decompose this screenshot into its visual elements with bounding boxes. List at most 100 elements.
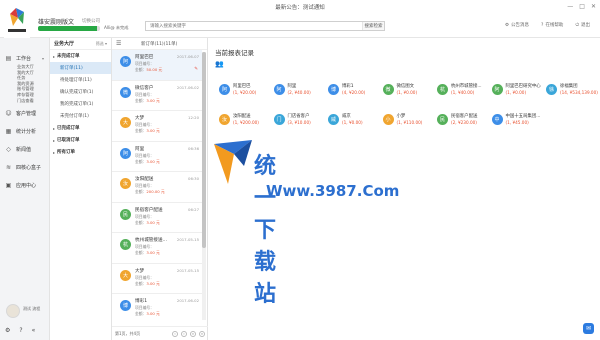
avatar: 博 <box>120 300 131 311</box>
chat-button[interactable]: ✉ <box>583 323 594 334</box>
avatar: 微 <box>120 86 131 98</box>
nav-item-stats[interactable]: ▦ 统计分析 <box>0 125 49 137</box>
report-tile[interactable]: 阿阿里 (2, ¥40.00) <box>273 82 328 104</box>
page-title: 当前报表记录 <box>215 49 254 57</box>
pin-icon[interactable]: ✎ <box>194 67 198 72</box>
logout-button[interactable]: ⏻ 退出 <box>575 22 590 28</box>
customer-total: (1, ¥40.00) <box>451 90 475 95</box>
list-item[interactable]: 大大梦 12:20 项目编号： 金额：3.00 元 <box>112 111 202 142</box>
list-item[interactable]: 博博彩1 2017-06-02 项目编号： 金额：3.00 元 <box>112 294 202 324</box>
minimize-icon[interactable]: — <box>567 3 573 10</box>
order-date: 06:36 <box>188 145 199 151</box>
category-group[interactable]: ▸ 未完成订单 <box>50 50 111 62</box>
avatar: 阿 <box>120 147 131 159</box>
order-amount: 3.00 元 <box>146 280 160 286</box>
category-label: 已完成订单 <box>57 126 80 131</box>
watermark-logo <box>214 140 252 184</box>
customer-name: 微信图文 <box>396 84 415 89</box>
search-button[interactable]: 搜索检索 <box>362 22 384 30</box>
collapse-icon[interactable]: « <box>32 327 36 334</box>
nav-item-workbench[interactable]: ▤ 工作台 ▾ <box>0 52 49 64</box>
category-item[interactable]: 确认完成订单(1) <box>50 86 111 98</box>
order-date: 2017-06-02 <box>176 84 199 90</box>
order-amount-row: 金额：3.00 元 <box>135 128 160 133</box>
list-item[interactable]: 杭杭州城管接送... 2017-05-15 项目编号： 金额：3.00 元 <box>112 233 202 264</box>
order-date: 2017-06-02 <box>176 298 199 303</box>
report-tile[interactable]: 微微信图文 (1, ¥0.00) <box>382 82 437 104</box>
prev-page-button[interactable]: ‹ <box>172 331 178 337</box>
help-icon[interactable]: ? <box>19 327 22 334</box>
category-group[interactable]: ▸ 已完成订单 <box>50 122 111 134</box>
category-item[interactable]: 我的完成订单(1) <box>50 98 111 110</box>
avatar[interactable] <box>6 304 20 318</box>
bottom-toolbar: ⚙ ? « <box>5 327 35 334</box>
customer-total: (1, ¥0.00) <box>396 90 418 95</box>
scroll-thumb[interactable] <box>202 52 206 248</box>
customer-icon: 阿 <box>491 84 503 95</box>
report-tile[interactable]: 小小梦 (1, ¥110.00) <box>382 112 437 134</box>
customer-total: (1, ¥45.00) <box>505 120 529 125</box>
report-tile[interactable]: 威威京 (1, ¥0.00) <box>328 112 382 134</box>
announcement-button[interactable]: ⚙ 公告消息 <box>505 22 529 29</box>
report-tile[interactable]: 中中国十五局集团... (1, ¥45.00) <box>491 112 546 134</box>
category-item[interactable]: 待处理订单(11) <box>50 74 111 86</box>
pagination: 第1页，共4页 ‹ › « » <box>112 326 208 340</box>
list-item[interactable]: 民民宿客户配送 06:27 项目编号： 金额：3.00 元 <box>112 203 202 233</box>
report-tile[interactable]: 杭杭州市城管接... (1, ¥40.00) <box>437 82 491 104</box>
settings-icon[interactable]: ⚙ <box>5 327 10 334</box>
customer-icon: 杭 <box>437 84 448 95</box>
list-item[interactable]: 汝汝阳配送 06:30 项目编号： 金额：200.00 元 <box>112 172 202 203</box>
customer-total: (14, ¥534,139.00) <box>560 90 598 95</box>
customer-total: (1, ¥0.00) <box>342 120 363 125</box>
order-amount: 50.00 元 <box>146 67 163 72</box>
report-tile[interactable]: 博博彩1 (4, ¥20.00) <box>328 82 382 104</box>
report-tile[interactable]: 徐徐福集团 (14, ¥534,139.00) <box>546 82 600 104</box>
first-page-button[interactable]: « <box>190 331 196 337</box>
list-item[interactable]: 大大梦 2017-05-15 项目编号： 金额：3.00 元 <box>112 264 202 294</box>
list-item[interactable]: 阿阿里 06:36 项目编号： 金额：3.00 元 <box>112 142 202 172</box>
customer-name: 中国十五局集团... <box>505 114 541 119</box>
avatar: 大 <box>120 269 131 281</box>
pager-buttons: ‹ › « » <box>172 331 205 337</box>
order-list-header: ☰ 新订单(11)(11单) <box>112 38 207 50</box>
scrollbar[interactable] <box>202 52 206 320</box>
order-amount-row: 金额：3.00 元 <box>135 97 160 103</box>
help-button[interactable]: ? 在线帮助 <box>541 22 563 29</box>
category-group[interactable]: ▸ 已取消订单 <box>50 134 111 146</box>
nav-item-customers[interactable]: ☺ 客户管理 <box>0 107 49 119</box>
next-page-button[interactable]: › <box>181 331 187 337</box>
order-amount: 3.00 元 <box>146 128 160 133</box>
category-label: 确认完成订单(1) <box>60 90 94 95</box>
report-tile[interactable]: 民民宿客户配送 (2, ¥230.00) <box>437 112 491 134</box>
order-name: 大梦 <box>135 116 145 121</box>
avatar: 大 <box>120 117 131 128</box>
customer-icon: 阿 <box>273 84 285 95</box>
filter-dropdown[interactable]: 筛选 ▾ <box>96 41 107 47</box>
customer-total: (1, ¥200.00) <box>233 120 259 125</box>
order-amount-row: 金额：3.00 元 <box>135 219 160 225</box>
search-input[interactable] <box>146 22 362 30</box>
category-item[interactable]: 未完付订单(1) <box>50 110 111 122</box>
category-item[interactable]: 新订单(11) <box>50 62 111 74</box>
list-item[interactable]: 阿阿里巴巴 2017-06-07 项目编号： 金额：50.00 元 ✎ <box>112 50 202 81</box>
last-page-button[interactable]: » <box>199 331 205 337</box>
nav-item-news[interactable]: ◇ 新闻值 <box>0 143 49 155</box>
report-tile[interactable]: 阿阿里巴巴 (1, ¥20.00) <box>219 82 273 104</box>
wifi-icon: ≋ <box>5 163 12 171</box>
close-icon[interactable]: ✕ <box>591 3 596 10</box>
category-group[interactable]: ▸ 所有订单 <box>50 146 111 158</box>
report-tile[interactable]: 阿阿里巴巴研究中心 (1, ¥0.00) <box>491 82 546 104</box>
nav-item-box[interactable]: ≋ 四核心盒子 <box>0 161 49 173</box>
maximize-icon[interactable]: □ <box>579 3 585 10</box>
chart-icon: ▦ <box>5 127 12 135</box>
switch-company-link[interactable]: 切换公司 <box>82 18 100 24</box>
report-tile[interactable]: 汝汝阳配送 (1, ¥200.00) <box>219 112 273 134</box>
watermark-url: Www.3987.Com <box>266 182 400 200</box>
menu-icon[interactable]: ☰ <box>116 40 121 47</box>
report-tile[interactable]: 门门店省客户 (3, ¥10.00) <box>273 112 328 134</box>
category-label: 所有订单 <box>57 150 76 155</box>
customer-icon: 徐 <box>546 84 557 95</box>
customer-name: 徐福集团 <box>560 84 578 89</box>
list-item[interactable]: 微微信客户 2017-06-02 项目编号： 金额：3.00 元 <box>112 81 202 111</box>
nav-item-apps[interactable]: ▣ 应用中心 <box>0 179 49 191</box>
